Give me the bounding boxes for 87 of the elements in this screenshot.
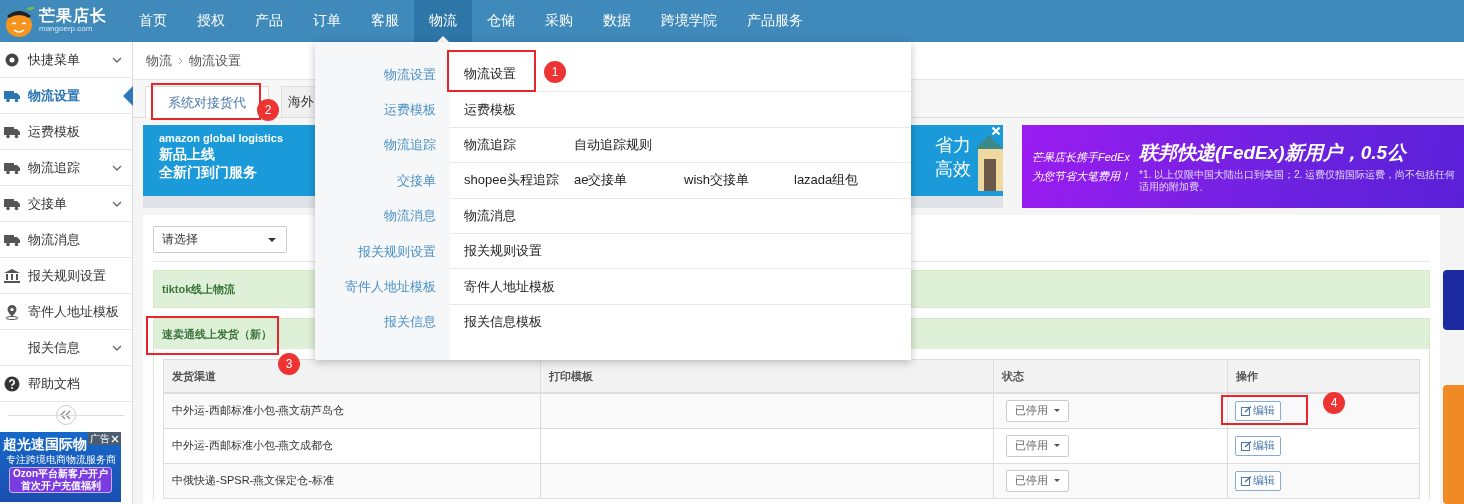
ad-subtitle: 专注跨境电商物流服务商: [5, 454, 116, 466]
banner-brand: amazon global logistics: [159, 131, 284, 145]
nav-item[interactable]: 首页: [124, 0, 182, 42]
banner-text: 新品上线: [159, 145, 216, 163]
sidebar-item[interactable]: 报关规则设置: [0, 258, 132, 294]
collapse-sidebar-button[interactable]: [56, 405, 76, 425]
gear-icon: [4, 51, 20, 68]
banner-footnote: *1. 以上仅限中国大陆出口到美国；2. 运费仅指国际运费，尚不包括任何适用的附加费、: [1139, 169, 1457, 193]
ad-offer-text: Ozon平台新客户开户: [13, 468, 108, 480]
status-dropdown[interactable]: 已停用: [1006, 434, 1069, 457]
column-header: 打印模板: [540, 359, 994, 393]
edit-icon: [1241, 440, 1252, 451]
edit-button[interactable]: 编辑: [1235, 470, 1281, 491]
nav-item[interactable]: 产品: [240, 0, 298, 42]
table-cell: 中俄快递-SPSR-燕文保定仓-标准: [163, 463, 541, 498]
sidebar-item[interactable]: 运费模板: [0, 114, 132, 150]
chevron-right-icon: [178, 56, 183, 65]
tab[interactable]: 海外: [281, 86, 316, 117]
ad-title: 超光速国际物: [3, 436, 87, 453]
help-icon: [4, 375, 20, 392]
table-cell: 中外运-西邮标准小包-燕文成都仓: [163, 428, 541, 463]
menu-link[interactable]: 物流追踪: [464, 135, 516, 154]
banner-text: 芒果店长携手FedEx: [1032, 149, 1131, 165]
menu-category: 运费模板: [384, 101, 436, 120]
menu-link[interactable]: lazada组包: [794, 171, 859, 190]
ad-banner[interactable]: 超光速国际物 广告 专注跨境电商物流服务商 Ozon平台新客户开户 首次开户充值福利: [0, 432, 121, 502]
banner-headline: 联邦快递(FedEx)新用户，0.5公: [1139, 141, 1408, 165]
menu-link[interactable]: ae交接单: [574, 171, 628, 190]
logo-domain: mangoerp.com: [39, 25, 94, 34]
menu-link[interactable]: shopee头程追踪: [464, 171, 559, 190]
menu-link[interactable]: 运费模板: [464, 100, 516, 119]
column-header: 操作: [1227, 359, 1420, 393]
sidebar-item[interactable]: 物流设置: [0, 78, 132, 114]
edit-icon: [1241, 405, 1252, 416]
bank-icon: [4, 267, 20, 284]
menu-category: 报关规则设置: [358, 242, 436, 261]
menu-category: 物流追踪: [384, 136, 436, 155]
banner-text: 全新门到门服务: [159, 163, 258, 181]
location-pin-icon: [4, 303, 20, 320]
nav-item[interactable]: 授权: [182, 0, 240, 42]
nav-item[interactable]: 订单: [298, 0, 356, 42]
table-cell: 中外运-西邮标准小包-燕文葫芦岛仓: [163, 393, 541, 428]
edit-button[interactable]: 编辑: [1235, 435, 1281, 456]
sidebar-item[interactable]: 报关信息: [0, 330, 132, 366]
menu-category: 交接单: [397, 171, 436, 190]
ad-offer-text: 首次开户充值福利: [20, 480, 101, 492]
nav-item[interactable]: 仓储: [472, 0, 530, 42]
chevron-down-icon: [112, 164, 122, 171]
nav-item[interactable]: 采购: [530, 0, 588, 42]
breadcrumb-link[interactable]: 物流: [146, 51, 172, 70]
menu-category: 物流消息: [384, 207, 436, 226]
menu-link[interactable]: 物流消息: [464, 206, 516, 225]
nav-item[interactable]: 产品服务: [732, 0, 818, 42]
logo-text: 芒果店长: [39, 8, 107, 26]
sidebar-item[interactable]: 物流追踪: [0, 150, 132, 186]
banner-text: 省力: [935, 134, 971, 157]
status-dropdown[interactable]: 已停用: [1006, 469, 1069, 492]
nav-item[interactable]: 数据: [588, 0, 646, 42]
banner-text: 高效: [935, 158, 971, 181]
sidebar-item[interactable]: 交接单: [0, 186, 132, 222]
nav-item[interactable]: 客服: [356, 0, 414, 42]
sidebar-item[interactable]: 快捷菜单: [0, 42, 132, 78]
nav-item[interactable]: 物流: [414, 0, 472, 42]
menu-category: 物流设置: [384, 65, 436, 84]
status-dropdown[interactable]: 已停用: [1006, 399, 1069, 422]
breadcrumb-link[interactable]: 物流设置: [189, 51, 241, 70]
menu-link[interactable]: wish交接单: [684, 171, 749, 190]
menu-link[interactable]: 物流设置: [464, 65, 516, 84]
menu-category: 寄件人地址模板: [345, 278, 436, 297]
column-header: 状态: [993, 359, 1228, 393]
edit-icon: [1241, 475, 1252, 486]
banner-text: 为您节省大笔费用！: [1032, 168, 1131, 184]
chevron-down-icon: [112, 344, 122, 351]
select-field[interactable]: 请选择: [153, 226, 287, 253]
menu-link[interactable]: 自动追踪规则: [574, 135, 652, 154]
close-icon[interactable]: [991, 126, 1001, 136]
chevron-down-icon: [112, 56, 122, 63]
chevron-down-icon: [112, 200, 122, 207]
sidebar-item[interactable]: 物流消息: [0, 222, 132, 258]
close-icon[interactable]: [111, 434, 119, 443]
sidebar-item[interactable]: 帮助文档: [0, 366, 132, 402]
menu-link[interactable]: 寄件人地址模板: [464, 277, 555, 296]
ad-banner[interactable]: 芒果店长携手FedEx 为您节省大笔费用！ 联邦快递(FedEx)新用户，0.5公 *1. 以上仅限中国大陆出口到美国；2. 运费仅指国际运费，尚不包括任何适用的附加费、: [1022, 125, 1464, 208]
menu-link[interactable]: 报关规则设置: [464, 242, 542, 261]
edit-button[interactable]: 编辑: [1235, 400, 1281, 421]
sidebar-item[interactable]: 寄件人地址模板: [0, 294, 132, 330]
nav-item[interactable]: 跨境学院: [646, 0, 732, 42]
